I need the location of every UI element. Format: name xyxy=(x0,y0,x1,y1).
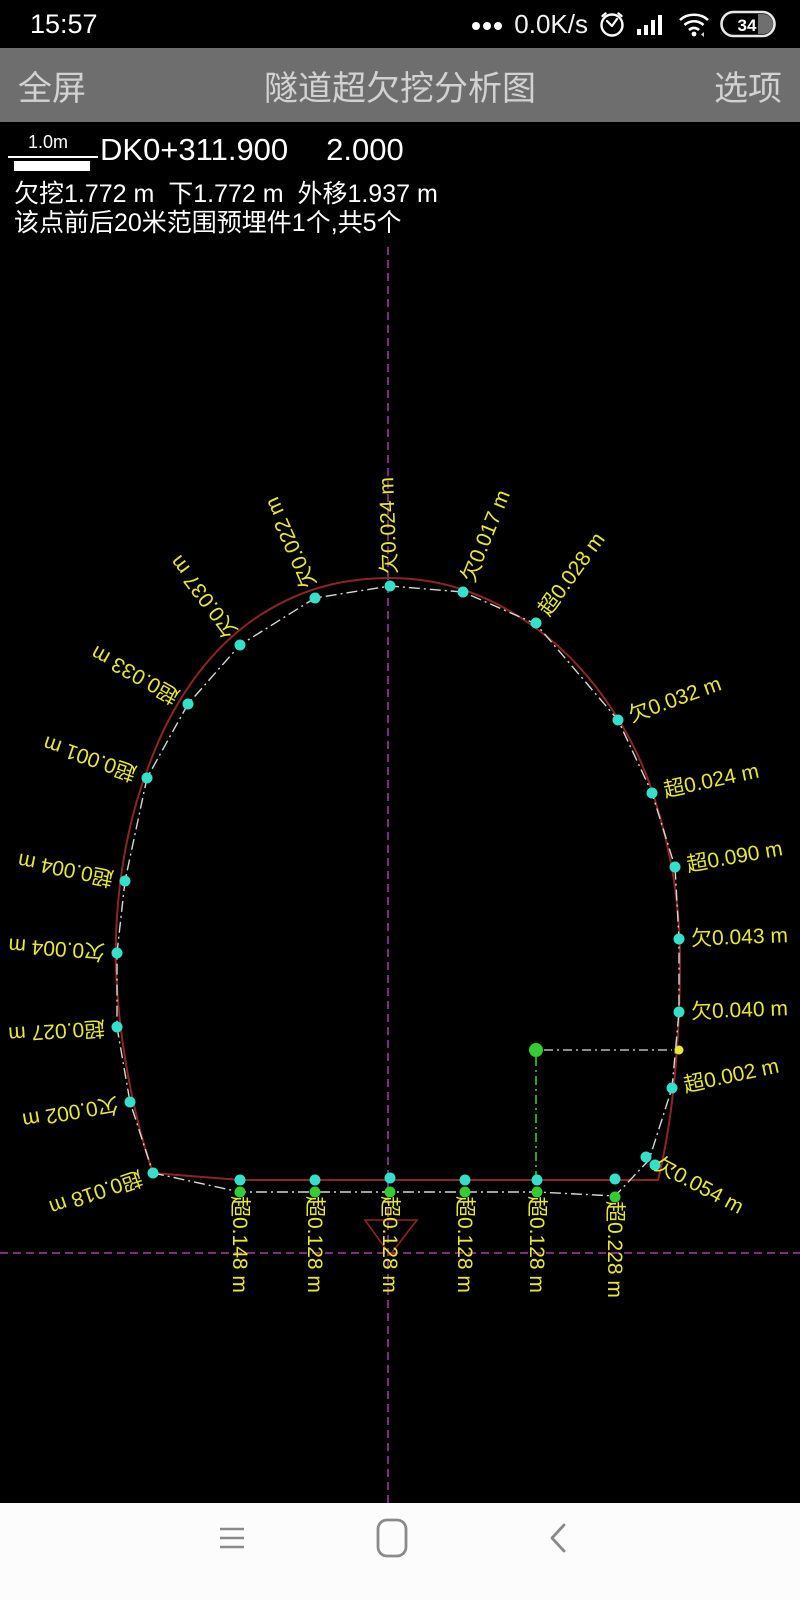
measure-point-label: 欠0.032 m xyxy=(626,672,725,727)
embed-wall-dot xyxy=(675,1046,684,1055)
measure-point-dot xyxy=(112,948,123,959)
system-nav-bar: 易下APP · 4008891800.COM xyxy=(0,1503,800,1600)
measure-point-dot xyxy=(641,1152,652,1163)
measure-point-label: 欠0.017 m xyxy=(457,487,515,585)
floor-design-dot xyxy=(610,1174,621,1185)
floor-point-label: 超0.228 m xyxy=(603,1201,626,1298)
measure-point-label: 欠0.043 m xyxy=(691,924,789,950)
measure-point-label: 超0.090 m xyxy=(685,837,784,876)
measure-point-dot xyxy=(458,587,469,598)
measure-point-label: 欠0.024 m xyxy=(375,477,401,575)
measure-point-label: 欠0.002 m xyxy=(21,1092,120,1131)
design-outline xyxy=(116,578,680,1180)
measure-point-label: 超0.024 m xyxy=(661,760,761,803)
measure-point-dot xyxy=(647,788,658,799)
measure-point-label: 欠0.022 m xyxy=(261,494,321,592)
measure-point-dot xyxy=(385,581,396,592)
embed-point-dot xyxy=(529,1043,543,1057)
measure-point-dot xyxy=(674,1007,685,1018)
measure-point-label: 欠0.037 m xyxy=(166,551,243,642)
measure-point-dot xyxy=(613,715,624,726)
menu-button[interactable] xyxy=(172,1503,292,1573)
measure-point-label: 超0.018 m xyxy=(46,1166,145,1219)
measure-point-dot xyxy=(531,618,542,629)
measure-point-label: 欠0.054 m xyxy=(651,1153,747,1219)
floor-point-label: 超0.148 m xyxy=(228,1196,251,1293)
measure-point-dot xyxy=(120,876,131,887)
measure-point-label: 超0.001 m xyxy=(40,731,139,784)
home-square-icon xyxy=(375,1518,409,1558)
measure-point-label: 欠0.004 m xyxy=(8,933,106,963)
measure-point-dot xyxy=(310,593,321,604)
measured-profile xyxy=(117,586,679,1196)
floor-design-dot xyxy=(310,1175,321,1186)
measure-point-dot xyxy=(670,862,681,873)
app-screen: 15:57 0.0K/s xyxy=(0,0,800,1600)
measure-point-label: 超0.002 m xyxy=(681,1055,781,1098)
floor-point-label: 超0.128 m xyxy=(303,1196,326,1293)
measure-point-dot xyxy=(112,1022,123,1033)
home-button[interactable] xyxy=(332,1503,452,1573)
measure-point-dot xyxy=(148,1168,159,1179)
measure-point-dot xyxy=(667,1083,678,1094)
measure-point-label: 超0.028 m xyxy=(534,528,610,620)
floor-point-label: 超0.128 m xyxy=(453,1196,476,1293)
floor-design-dot xyxy=(385,1173,396,1184)
floor-design-dot xyxy=(460,1175,471,1186)
measure-point-dot xyxy=(142,773,153,784)
measure-point-dot xyxy=(235,640,246,651)
back-button[interactable] xyxy=(498,1503,618,1573)
chainage-readout: DK0+311.900 2.000 xyxy=(100,132,404,168)
scale-bar-line xyxy=(8,156,98,158)
measure-point-dot xyxy=(674,934,685,945)
floor-point-label: 超0.128 m xyxy=(525,1196,548,1293)
measure-point-label: 超0.033 m xyxy=(87,641,183,708)
measure-point-dot xyxy=(125,1097,136,1108)
chainage-station: DK0+311.900 xyxy=(100,132,288,167)
embed-count-readout: 该点前后20米范围预埋件1个,共5个 xyxy=(14,203,402,239)
floor-point-label: 超0.128 m xyxy=(378,1196,401,1293)
chainage-value: 2.000 xyxy=(326,132,404,167)
scale-bar-label: 1.0m xyxy=(28,132,68,153)
back-chevron-icon xyxy=(545,1521,571,1555)
scale-bar xyxy=(14,161,90,171)
floor-design-dot xyxy=(532,1175,543,1186)
measure-point-label: 欠0.040 m xyxy=(691,997,789,1023)
floor-design-dot xyxy=(235,1175,246,1186)
measure-point-dot xyxy=(183,699,194,710)
measure-point-label: 超0.027 m xyxy=(8,1016,106,1046)
hamburger-icon xyxy=(217,1523,247,1553)
measure-point-label: 超0.004 m xyxy=(16,848,115,889)
